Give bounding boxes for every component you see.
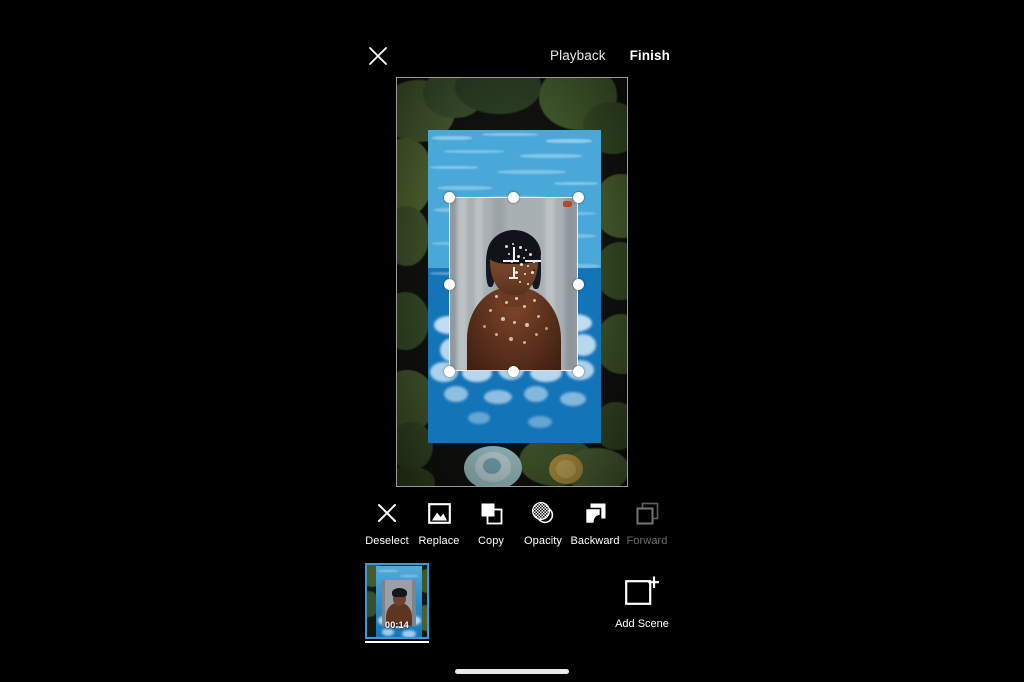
tool-opacity-label: Opacity xyxy=(524,535,562,547)
tool-replace-label: Replace xyxy=(418,535,460,547)
playback-button[interactable]: Playback xyxy=(548,46,608,65)
selection-handle-bottom-right[interactable] xyxy=(572,365,584,377)
app-root: Playback Finish Deselect Replace Copy Op… xyxy=(0,0,1024,682)
tool-forward-label: Forward xyxy=(626,535,668,547)
scenes-strip: 00:14 Add Scene xyxy=(362,563,672,645)
bring-forward-icon xyxy=(634,500,660,526)
close-icon[interactable] xyxy=(366,44,390,68)
selection-handle-middle-left[interactable] xyxy=(443,278,455,290)
selection-handle-bottom-center[interactable] xyxy=(507,365,519,377)
opacity-icon xyxy=(530,500,556,526)
send-backward-icon xyxy=(582,500,608,526)
tool-backward[interactable]: Backward xyxy=(570,500,620,547)
tool-copy-label: Copy xyxy=(477,535,505,547)
scene-selected-underline xyxy=(365,641,429,643)
finish-button[interactable]: Finish xyxy=(628,46,672,65)
tool-backward-label: Backward xyxy=(570,535,620,547)
selection-handle-top-left[interactable] xyxy=(443,191,455,203)
tool-forward[interactable]: Forward xyxy=(622,500,672,547)
portrait-image-layer[interactable] xyxy=(449,197,578,371)
canvas-frame xyxy=(396,77,628,487)
add-scene-button[interactable]: Add Scene xyxy=(613,575,671,630)
selection-handle-top-right[interactable] xyxy=(572,191,584,203)
image-icon xyxy=(426,500,452,526)
scene-duration-label: 00:14 xyxy=(384,620,410,630)
tool-copy[interactable]: Copy xyxy=(466,500,516,547)
top-bar-actions: Playback Finish xyxy=(548,46,672,65)
tool-deselect[interactable]: Deselect xyxy=(362,500,412,547)
add-scene-label: Add Scene xyxy=(615,618,669,630)
selection-handle-bottom-left[interactable] xyxy=(443,365,455,377)
tool-deselect-label: Deselect xyxy=(365,535,409,547)
add-scene-icon xyxy=(625,575,660,610)
scene-thumbnail-1[interactable]: 00:14 xyxy=(365,563,429,639)
tool-replace[interactable]: Replace xyxy=(414,500,464,547)
home-indicator[interactable] xyxy=(455,669,569,674)
selection-handle-middle-right[interactable] xyxy=(572,278,584,290)
top-bar: Playback Finish xyxy=(0,0,1024,78)
layer-toolbar: Deselect Replace Copy Opacity Backward F… xyxy=(362,500,672,547)
photo-rust-mark xyxy=(563,201,572,207)
copy-icon xyxy=(478,500,504,526)
close-icon xyxy=(374,500,400,526)
editor-canvas[interactable] xyxy=(396,77,628,487)
tool-opacity[interactable]: Opacity xyxy=(518,500,568,547)
selection-handle-top-center[interactable] xyxy=(507,191,519,203)
